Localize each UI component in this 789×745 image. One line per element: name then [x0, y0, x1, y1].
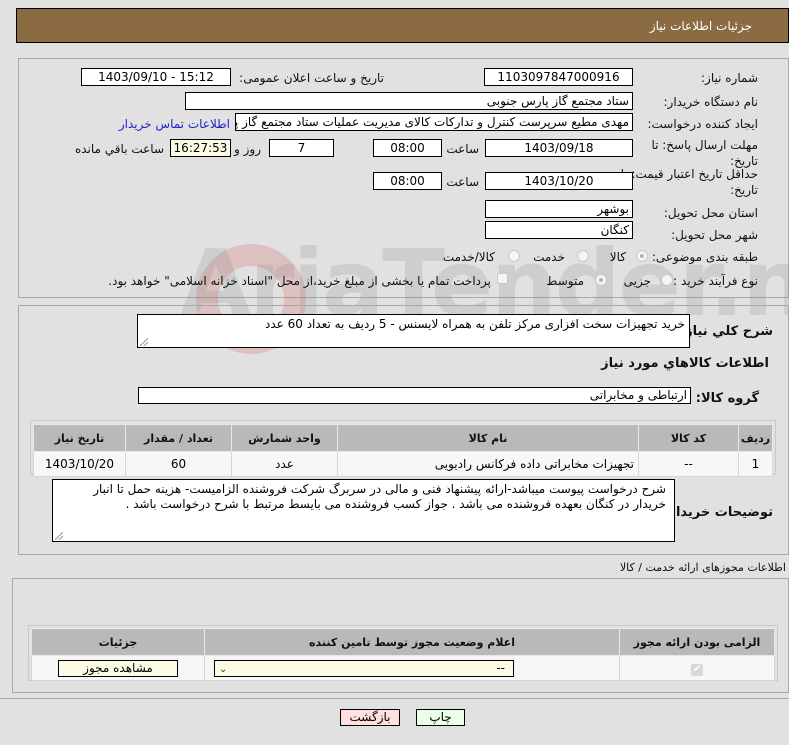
- print-button[interactable]: چاپ: [416, 709, 465, 726]
- cell-permit-status: -- ⌄: [204, 655, 620, 681]
- creator-label: ایجاد کننده درخواست:: [647, 117, 758, 131]
- province-field: بوشهر: [485, 200, 633, 218]
- description-label: شرح کلي نياز:: [679, 324, 773, 339]
- buyer-notes-text: شرح درخواست پیوست میباشد-ارائه پیشنهاد ف…: [93, 482, 666, 511]
- remaining-time-label: ساعت باقي مانده: [74, 142, 164, 156]
- col-unit: واحد شمارش: [231, 424, 338, 452]
- process-radio-partial[interactable]: [661, 274, 673, 286]
- cell-row-number: 1: [738, 451, 773, 477]
- province-label: استان محل تحویل:: [663, 206, 758, 220]
- col-row-number: ردیف: [738, 424, 773, 452]
- buyer-notes-label: توضیحات خریدار:: [663, 505, 773, 520]
- col-need-date: تاریخ نیاز: [33, 424, 126, 452]
- col-quantity: تعداد / مقدار: [125, 424, 232, 452]
- treasury-checkbox[interactable]: [497, 273, 508, 284]
- col-permit-details: جزئیات: [31, 628, 205, 656]
- category-option-service: خدمت: [533, 250, 565, 264]
- city-field: کنگان: [485, 221, 633, 239]
- cell-unit: عدد: [231, 451, 338, 477]
- goods-table: ردیف کد کالا نام کالا واحد شمارش تعداد /…: [33, 424, 773, 477]
- process-option-partial: جزیی: [623, 274, 651, 288]
- buyer-org-field: ستاد مجتمع گاز پارس جنوبی: [185, 92, 633, 110]
- cell-quantity: 60: [125, 451, 232, 477]
- category-radio-goods[interactable]: [636, 250, 648, 262]
- category-label: طبقه بندی موضوعی:: [651, 250, 758, 264]
- deadline-date-field: 1403/09/18: [485, 139, 633, 157]
- category-option-goods: کالا: [609, 250, 626, 264]
- page-title: جزئیات اطلاعات نیاز: [649, 19, 752, 33]
- goods-group-label: گروه کالا:: [695, 391, 759, 406]
- buyer-notes-textarea[interactable]: شرح درخواست پیوست میباشد-ارائه پیشنهاد ف…: [52, 479, 675, 542]
- remaining-time-field: 16:27:53: [170, 139, 231, 157]
- validity-time-label: ساعت: [446, 175, 479, 189]
- permit-required-checkbox: ✔: [691, 663, 703, 676]
- description-text: خرید تجهیزات سخت افزاری مرکز تلفن به همر…: [264, 317, 685, 331]
- col-permit-required: الزامی بودن ارائه مجوز: [619, 628, 775, 656]
- category-option-goods-service: کالا/خدمت: [442, 250, 495, 264]
- col-goods-name: نام کالا: [337, 424, 639, 452]
- validity-date-field: 1403/10/20: [485, 172, 633, 190]
- need-number-label: شماره نیاز:: [701, 71, 758, 85]
- resize-grip-icon[interactable]: [55, 532, 63, 540]
- days-remaining-field: 7: [269, 139, 334, 157]
- cell-need-date: 1403/10/20: [33, 451, 126, 477]
- goods-group-field: ارتباطی و مخابراتی: [138, 387, 691, 404]
- col-permit-status: اعلام وضعیت مجوز توسط تامین کننده: [204, 628, 620, 656]
- goods-section-title: اطلاعات کالاهاي مورد نياز: [601, 356, 769, 371]
- deadline-time-field: 08:00: [373, 139, 442, 157]
- permits-table: الزامی بودن ارائه مجوز اعلام وضعیت مجوز …: [31, 628, 775, 681]
- validity-label: حداقل تاریخ اعتبار قیمت: تا تاریخ:: [620, 167, 758, 197]
- validity-time-field: 08:00: [373, 172, 442, 190]
- chevron-down-icon: ⌄: [219, 663, 228, 675]
- cell-goods-code: --: [638, 451, 739, 477]
- cell-goods-name: تجهیزات مخابراتی داده فرکانس رادیویی: [337, 451, 639, 477]
- category-radio-service[interactable]: [577, 250, 589, 262]
- permit-status-select[interactable]: -- ⌄: [214, 659, 514, 677]
- cell-permit-details: مشاهده مجوز: [31, 655, 205, 681]
- creator-field: مهدی مطیع سرپرست کنترل و تدارکات کالای م…: [235, 113, 633, 131]
- back-button[interactable]: بازگشت: [340, 709, 400, 726]
- table-row: ✔ -- ⌄ مشاهده مجوز: [31, 655, 775, 681]
- col-goods-code: کد کالا: [638, 424, 739, 452]
- footer-divider: [0, 698, 789, 699]
- buyer-contact-link[interactable]: اطلاعات تماس خریدار: [119, 117, 230, 131]
- page-header: جزئیات اطلاعات نیاز: [16, 8, 789, 43]
- description-textarea[interactable]: خرید تجهیزات سخت افزاری مرکز تلفن به همر…: [137, 314, 690, 348]
- permits-table-header: الزامی بودن ارائه مجوز اعلام وضعیت مجوز …: [31, 628, 775, 656]
- days-label: روز و: [234, 142, 261, 156]
- permits-section-title: اطلاعات مجوزهای ارائه خدمت / کالا: [619, 561, 786, 574]
- process-label: نوع فرآیند خرید :: [673, 274, 758, 288]
- category-radio-goods-service[interactable]: [508, 250, 520, 262]
- view-permit-button[interactable]: مشاهده مجوز: [58, 659, 178, 677]
- deadline-label: مهلت ارسال پاسخ: تا تاریخ:: [651, 138, 758, 168]
- need-number-field: 1103097847000916: [484, 68, 633, 86]
- goods-table-header: ردیف کد کالا نام کالا واحد شمارش تعداد /…: [33, 424, 773, 452]
- treasury-note: پرداخت تمام یا بخشی از مبلغ خرید،از محل …: [108, 274, 491, 288]
- buyer-org-label: نام دستگاه خریدار:: [663, 95, 759, 109]
- announce-label: تاریخ و ساعت اعلان عمومی:: [239, 71, 384, 85]
- cell-permit-required: ✔: [619, 655, 775, 681]
- resize-grip-icon[interactable]: [140, 338, 148, 346]
- process-option-medium: متوسط: [546, 274, 584, 288]
- process-radio-medium[interactable]: [595, 274, 607, 286]
- announce-date-field: 1403/09/10 - 15:12: [81, 68, 231, 86]
- table-row: 1 -- تجهیزات مخابراتی داده فرکانس رادیوی…: [33, 451, 773, 477]
- deadline-time-label: ساعت: [446, 142, 479, 156]
- permit-status-value: --: [496, 660, 505, 675]
- city-label: شهر محل تحویل:: [671, 228, 758, 242]
